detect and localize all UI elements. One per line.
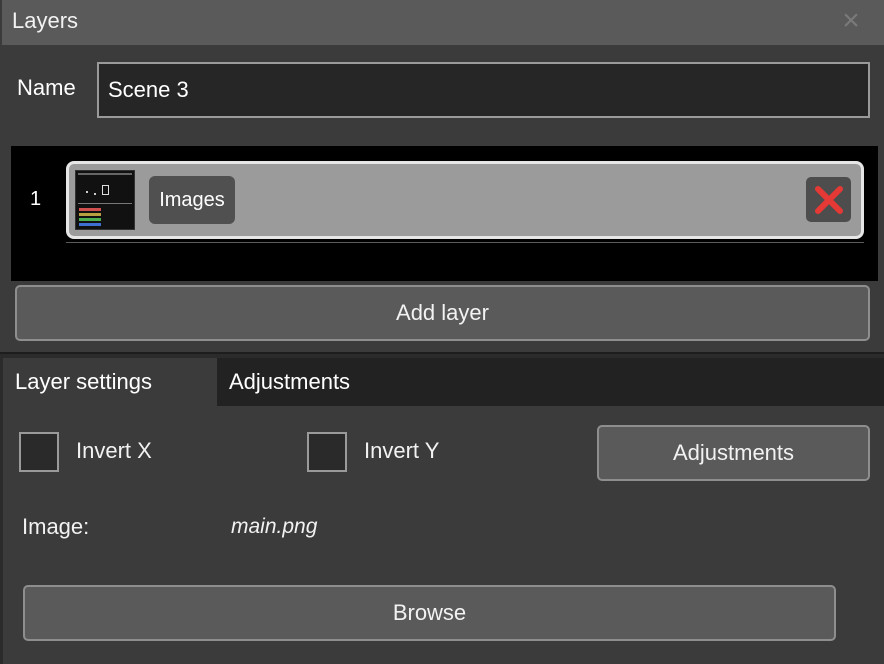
invert-y-label: Invert Y <box>364 438 440 463</box>
invert-x-label: Invert X <box>76 438 152 463</box>
image-label: Image: <box>22 514 90 539</box>
layer-divider <box>66 242 864 243</box>
invert-y-checkbox[interactable] <box>307 432 347 472</box>
name-label: Name <box>17 75 76 100</box>
tab-adjustments[interactable]: Adjustments <box>217 358 884 406</box>
add-layer-button[interactable]: Add layer <box>15 285 870 341</box>
image-filename: main.png <box>231 515 318 538</box>
name-input[interactable] <box>97 62 870 118</box>
layer-index: 1 <box>30 188 42 210</box>
adjustments-button[interactable]: Adjustments <box>597 425 870 481</box>
delete-layer-button[interactable] <box>806 177 851 222</box>
invert-x-checkbox[interactable] <box>19 432 59 472</box>
layer-thumbnail-icon <box>75 170 135 230</box>
x-icon <box>814 185 843 214</box>
tab-layer-settings[interactable]: Layer settings <box>3 358 217 406</box>
layer-tag[interactable]: Images <box>149 176 235 224</box>
browse-button[interactable]: Browse <box>23 585 836 641</box>
tab-bar-divider <box>0 352 884 354</box>
panel-title: Layers <box>12 8 79 33</box>
panel-titlebar <box>2 0 884 45</box>
close-icon[interactable]: × <box>836 6 866 36</box>
